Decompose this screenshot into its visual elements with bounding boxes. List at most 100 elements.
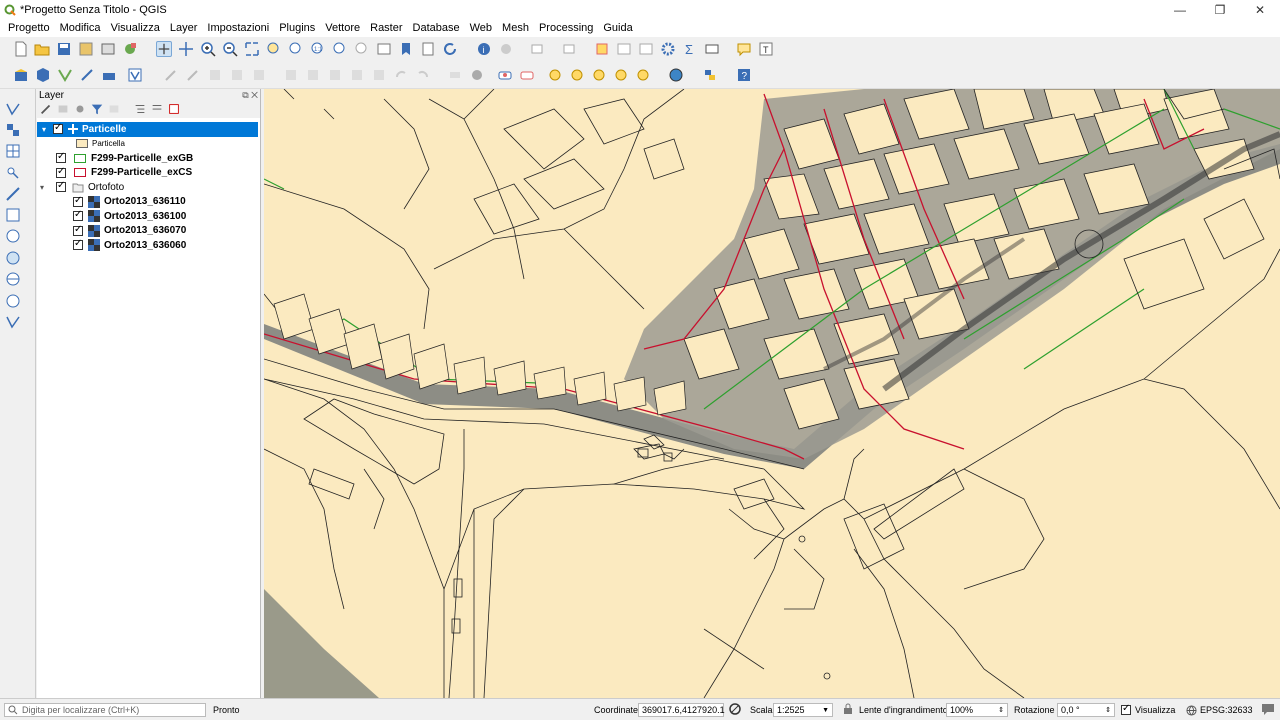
zoom-selection-icon[interactable] (266, 41, 282, 57)
attribute-table-icon[interactable] (616, 41, 632, 57)
group-row-ortofoto[interactable]: ▾ Ortofoto (37, 180, 260, 195)
map-canvas[interactable] (264, 89, 1280, 698)
label-highlight-icon[interactable] (569, 67, 585, 83)
plugin-globe-icon[interactable] (668, 67, 684, 83)
layer-row-excs[interactable]: F299-Particelle_exCS (37, 166, 260, 181)
measure-icon[interactable] (704, 41, 720, 57)
layer-checkbox[interactable] (73, 238, 83, 251)
help-icon[interactable]: ? (736, 67, 752, 83)
menu-impostazioni[interactable]: Impostazioni (202, 22, 274, 34)
add-wcs-icon[interactable] (5, 271, 21, 287)
menu-guida[interactable]: Guida (598, 22, 637, 34)
actions-icon[interactable] (498, 41, 514, 57)
zoom-last-icon[interactable] (332, 41, 348, 57)
new-shapefile-icon[interactable] (57, 67, 73, 83)
add-vector-layer-icon[interactable] (5, 101, 21, 117)
print-layout-icon[interactable] (100, 41, 116, 57)
menu-mesh[interactable]: Mesh (497, 22, 534, 34)
layer-checkbox[interactable] (53, 122, 63, 135)
label-change-icon[interactable] (635, 67, 651, 83)
select-value-icon[interactable] (562, 41, 578, 57)
menu-plugins[interactable]: Plugins (274, 22, 320, 34)
layer-checkbox[interactable] (73, 195, 83, 207)
save-edits-icon[interactable] (207, 67, 223, 83)
render-toggle[interactable]: Visualizza (1121, 703, 1175, 717)
add-feature-icon[interactable] (229, 67, 245, 83)
layer-row-orto-636060[interactable]: Orto2013_636060 (37, 238, 260, 253)
cut-features-icon[interactable] (305, 67, 321, 83)
layer-checkbox[interactable] (56, 166, 66, 178)
zoom-in-icon[interactable] (200, 41, 216, 57)
coordinate-field[interactable]: 369017.6,4127920.1 (638, 703, 725, 717)
layer-labeling-icon[interactable] (497, 67, 513, 83)
map-tips-icon[interactable] (736, 41, 752, 57)
new-vector-icon[interactable] (5, 314, 21, 330)
scale-field[interactable]: 1:2525 ▼ (773, 703, 833, 717)
layer-row-orto-636100[interactable]: Orto2013_636100 (37, 209, 260, 224)
messages-icon[interactable] (1261, 702, 1275, 716)
label-rotate-icon[interactable] (613, 67, 629, 83)
filter-legend-icon[interactable] (90, 102, 104, 116)
collapse-arrow-icon[interactable]: ▾ (37, 125, 51, 134)
identify-icon[interactable]: i (476, 41, 492, 57)
field-calculator-icon[interactable] (638, 41, 654, 57)
zoom-out-icon[interactable] (222, 41, 238, 57)
menu-processing[interactable]: Processing (534, 22, 598, 34)
zoom-full-icon[interactable] (244, 41, 260, 57)
delete-selected-icon[interactable] (283, 67, 299, 83)
new-geopackage-icon[interactable] (35, 67, 51, 83)
refresh-icon[interactable] (442, 41, 458, 57)
expand-all-icon[interactable] (133, 102, 147, 116)
save-project-icon[interactable] (56, 41, 72, 57)
layer-row-orto-636110[interactable]: Orto2013_636110 (37, 195, 260, 210)
paste-features-icon[interactable] (349, 67, 365, 83)
add-spatialite-icon[interactable] (5, 186, 21, 202)
zoom-native-icon[interactable]: 1:1 (310, 41, 326, 57)
layer-checkbox[interactable] (73, 224, 83, 236)
render-checkbox[interactable] (1121, 703, 1131, 715)
layer-row-orto-636070[interactable]: Orto2013_636070 (37, 224, 260, 239)
label-toolbar-icon[interactable] (447, 67, 463, 83)
label-style-icon[interactable] (469, 67, 485, 83)
menu-progetto[interactable]: Progetto (3, 22, 55, 34)
label-abc-icon[interactable] (519, 67, 535, 83)
menu-raster[interactable]: Raster (365, 22, 407, 34)
pan-map-icon[interactable] (156, 41, 172, 57)
crs-button[interactable]: EPSG:32633 (1186, 703, 1253, 717)
copy-features-icon[interactable] (327, 67, 343, 83)
deselect-icon[interactable] (594, 41, 610, 57)
digitize-icon[interactable] (79, 67, 95, 83)
menu-modifica[interactable]: Modifica (55, 22, 106, 34)
pan-to-selection-icon[interactable] (178, 41, 194, 57)
menu-vettore[interactable]: Vettore (320, 22, 365, 34)
collapse-arrow-icon[interactable]: ▾ (40, 183, 52, 192)
group-checkbox[interactable] (56, 180, 66, 193)
add-virtual-layer-icon[interactable] (5, 207, 21, 223)
label-move-icon[interactable] (591, 67, 607, 83)
manage-visibility-icon[interactable] (73, 102, 87, 116)
add-xyz-icon[interactable] (5, 293, 21, 309)
vertex-tool-icon[interactable] (251, 67, 267, 83)
virtual-layer-icon[interactable] (127, 67, 143, 83)
layer-checkbox[interactable] (73, 209, 83, 222)
layer-checkbox[interactable] (56, 151, 66, 164)
label-pin-icon[interactable] (547, 67, 563, 83)
maximize-button[interactable]: ❐ (1200, 0, 1240, 19)
toggle-extent-icon[interactable] (728, 702, 742, 716)
open-layer-styling-icon[interactable] (39, 102, 53, 116)
collapse-all-icon[interactable] (150, 102, 164, 116)
zoom-layer-icon[interactable] (288, 41, 304, 57)
remove-layer-icon[interactable] (167, 102, 181, 116)
toggle-edit-icon[interactable] (185, 67, 201, 83)
filter-expression-icon[interactable] (107, 102, 121, 116)
data-source-manager-icon[interactable] (13, 67, 29, 83)
add-mesh-layer-icon[interactable] (5, 143, 21, 159)
minimize-button[interactable]: — (1160, 0, 1200, 19)
layer-row-exgb[interactable]: F299-Particelle_exGB (37, 151, 260, 166)
menu-visualizza[interactable]: Visualizza (106, 22, 165, 34)
add-group-icon[interactable] (56, 102, 70, 116)
magnifier-field[interactable]: 100% ⇕ (946, 703, 1008, 717)
style-manager-icon[interactable] (122, 41, 138, 57)
python-console-icon[interactable] (702, 67, 718, 83)
undo-icon[interactable] (371, 67, 387, 83)
